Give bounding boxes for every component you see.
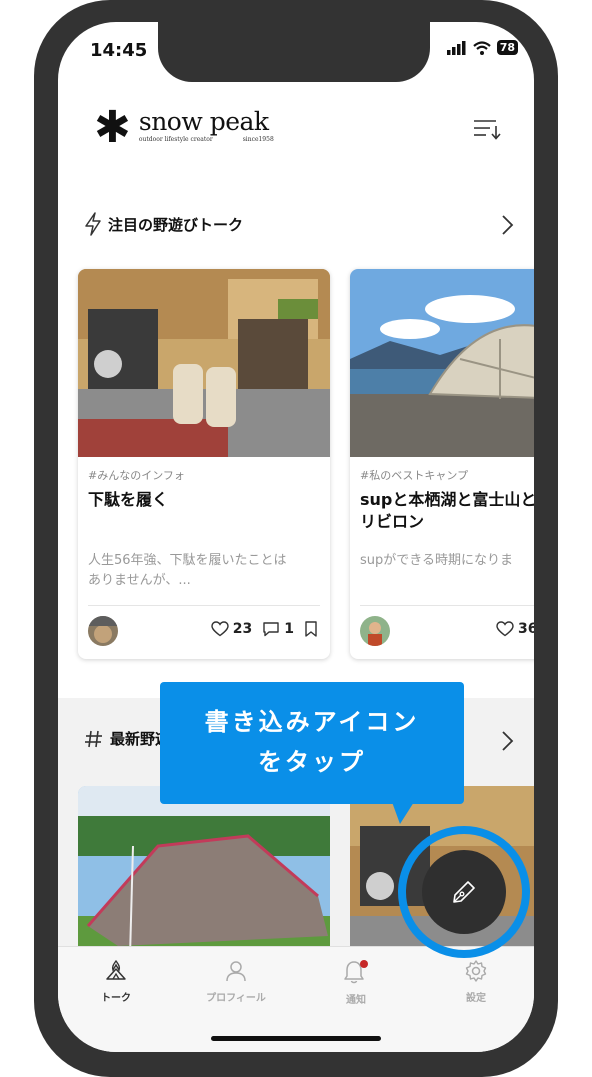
avatar[interactable] xyxy=(360,616,390,646)
tab-label: 設定 xyxy=(466,993,486,1004)
tent-icon xyxy=(106,959,126,980)
battery-indicator: 78 xyxy=(496,40,518,55)
bell-icon xyxy=(344,960,368,984)
chevron-right-icon[interactable] xyxy=(500,214,514,236)
person-icon xyxy=(226,961,246,982)
bookmark-icon[interactable] xyxy=(304,621,318,637)
compose-button[interactable] xyxy=(422,850,506,934)
card-photo xyxy=(78,269,330,457)
notification-badge xyxy=(360,960,368,968)
heart-icon[interactable] xyxy=(211,621,229,637)
comment-count: 1 xyxy=(284,621,294,637)
avatar[interactable] xyxy=(88,616,118,646)
pen-icon xyxy=(453,881,475,903)
card-excerpt: 人生56年強、下駄を履いたことは ありませんが、... xyxy=(88,553,287,588)
latest-section-header: 最新野遊 xyxy=(84,728,170,749)
tab-notifications[interactable]: 通知 xyxy=(311,959,401,1006)
like-count: 36 xyxy=(518,621,534,637)
talk-card[interactable]: #みんなのインフォ 下駄を履く 人生56年強、下駄を履いたことは ありませんが、… xyxy=(78,269,330,659)
card-excerpt: supができる時期になりま xyxy=(360,553,514,568)
gear-icon xyxy=(465,960,487,982)
card-tag: #みんなのインフォ xyxy=(88,469,185,482)
card-stats: 36 xyxy=(496,621,534,637)
logo-name: snow peak xyxy=(138,107,269,136)
lightning-icon xyxy=(85,212,101,236)
card-divider xyxy=(88,605,320,606)
comment-icon[interactable] xyxy=(262,621,280,637)
card-divider xyxy=(360,605,534,606)
tab-label: 通知 xyxy=(346,995,366,1006)
tab-profile[interactable]: プロフィール xyxy=(191,959,281,1004)
tab-talk[interactable]: トーク xyxy=(71,959,161,1004)
talk-card[interactable]: #私のベストキャンプ supと本栖湖と富士山と リビロン supができる時期にな… xyxy=(350,269,534,659)
wifi-icon xyxy=(472,40,491,55)
notch xyxy=(158,22,430,82)
like-count: 23 xyxy=(232,621,253,637)
status-time: 14:45 xyxy=(90,40,148,61)
hashtag-icon xyxy=(85,730,102,747)
signal-icon xyxy=(446,40,466,55)
featured-section-title: 注目の野遊びトーク xyxy=(108,215,244,234)
card-title: supと本栖湖と富士山と リビロン xyxy=(360,490,534,531)
snow-peak-logo: ✱ snow peak outdoor lifestyle creator si… xyxy=(94,102,274,153)
logo-tagline: outdoor lifestyle creator xyxy=(138,136,213,143)
card-title: 下駄を履く xyxy=(88,490,169,509)
card-photo xyxy=(350,269,534,457)
tab-label: プロフィール xyxy=(206,993,266,1004)
logo-since: since1958 xyxy=(242,136,274,143)
logo-asterisk-icon: ✱ xyxy=(94,102,131,153)
heart-icon[interactable] xyxy=(496,621,514,637)
card-tag: #私のベストキャンプ xyxy=(360,469,469,482)
featured-section-header: 注目の野遊びトーク xyxy=(84,212,243,236)
chevron-right-icon[interactable] xyxy=(500,730,514,752)
tutorial-tooltip: 書き込みアイコン をタップ xyxy=(160,682,464,804)
tooltip-tail xyxy=(392,802,414,824)
status-icons: 78 xyxy=(446,40,518,55)
home-indicator xyxy=(211,1036,381,1041)
tab-settings[interactable]: 設定 xyxy=(431,959,521,1004)
sort-icon[interactable] xyxy=(472,118,502,140)
card-stats: 23 1 xyxy=(211,621,318,637)
tab-label: トーク xyxy=(101,993,131,1004)
